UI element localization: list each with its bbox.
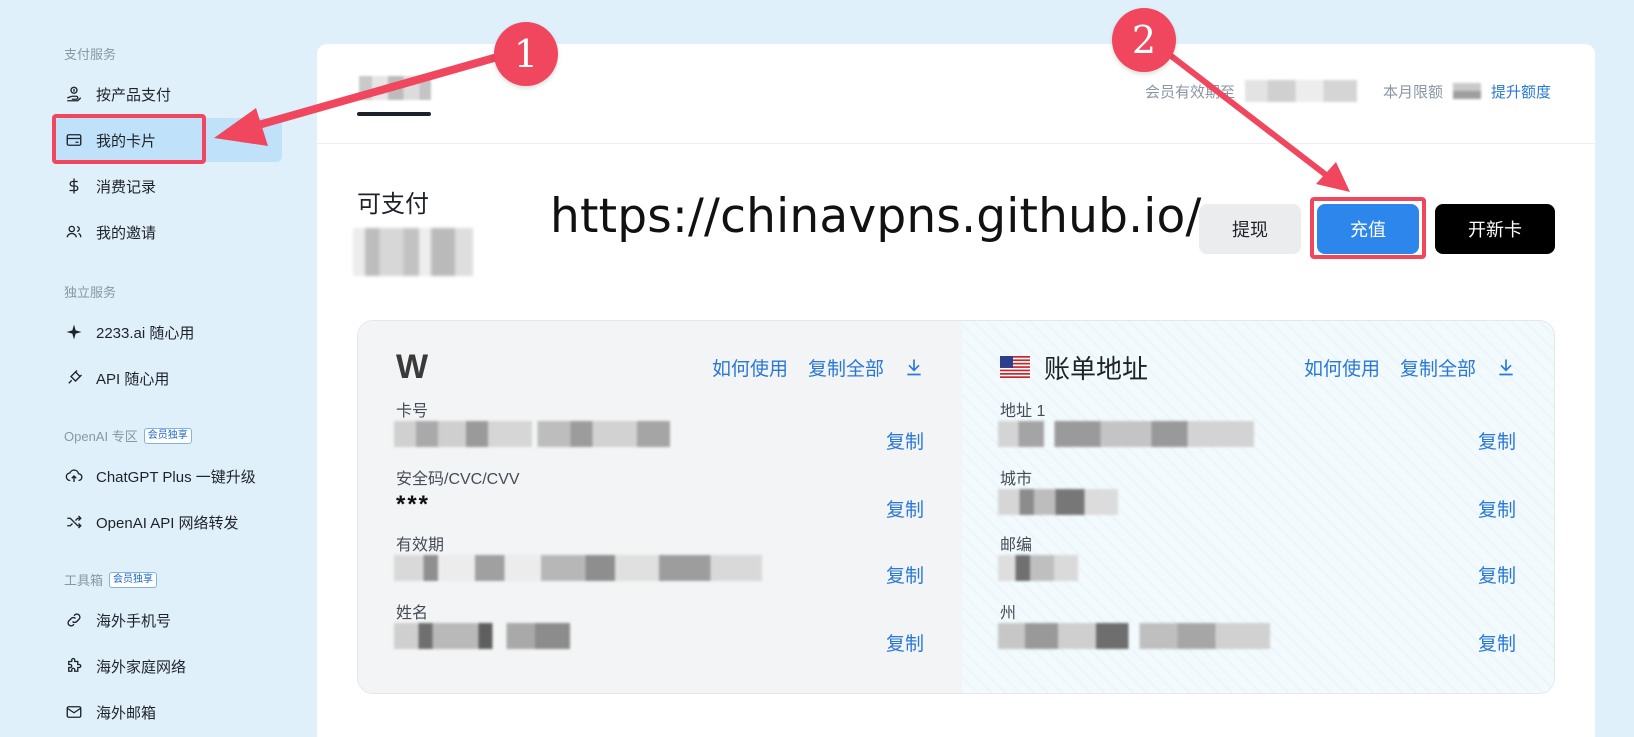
sidebar-item-2233ai[interactable]: 2233.ai 随心用 <box>54 310 282 354</box>
main-panel: 会员有效期至 本月限额 提升额度 可支付 https://chinavpns.g… <box>317 44 1595 737</box>
zip-label: 邮编 <box>1000 537 1033 554</box>
monthly-limit-redacted <box>1452 83 1481 99</box>
cvv-value: *** <box>396 491 431 518</box>
sidebar-item-pay-by-product[interactable]: 按产品支付 <box>54 72 282 116</box>
monthly-limit-label: 本月限额 <box>1382 83 1443 101</box>
sidebar-item-overseas-home-network[interactable]: 海外家庭网络 <box>54 644 282 688</box>
tab-redacted[interactable] <box>359 76 431 100</box>
watermark-url: https://chinavpns.github.io/ <box>550 189 1202 244</box>
cvv-label: 安全码/CVC/CVV <box>396 471 520 488</box>
address-line1-label: 地址 1 <box>1000 403 1046 420</box>
sidebar-item-label: 海外家庭网络 <box>96 658 187 676</box>
link-icon <box>64 610 84 630</box>
city-label: 城市 <box>1000 471 1033 488</box>
sidebar-item-label: ChatGPT Plus 一键升级 <box>96 468 256 486</box>
withdraw-button[interactable]: 提现 <box>1199 204 1301 254</box>
sidebar-item-openai-api[interactable]: OpenAI API 网络转发 <box>54 500 282 544</box>
billing-address-title: 账单地址 <box>1044 353 1149 384</box>
membership-expiry-label: 会员有效期至 <box>1144 83 1235 101</box>
sidebar-item-invitations[interactable]: 我的邀请 <box>54 210 282 254</box>
sidebar-item-label: API 随心用 <box>96 370 170 388</box>
city-redacted <box>998 489 1118 515</box>
available-balance-redacted <box>353 228 473 276</box>
sidebar-item-overseas-phone[interactable]: 海外手机号 <box>54 598 282 642</box>
available-balance-title: 可支付 <box>357 191 429 218</box>
sidebar-item-label: OpenAI API 网络转发 <box>96 514 239 532</box>
billing-copy-all-link[interactable]: 复制全部 <box>1400 354 1476 381</box>
sidebar-item-chatgpt-plus[interactable]: ChatGPT Plus 一键升级 <box>54 454 282 498</box>
zip-redacted <box>998 555 1078 581</box>
card-info: W 如何使用 复制全部 卡号 复制 安全码/CVC/CVV *** 复制 有效期… <box>358 321 962 693</box>
billing-header: 账单地址 如何使用 复制全部 <box>1000 351 1516 384</box>
card-brand-logo: W <box>396 347 428 386</box>
shuffle-icon <box>64 512 84 532</box>
state-redacted <box>998 623 1270 649</box>
sidebar-item-label: 按产品支付 <box>96 86 172 104</box>
step-1-marker: 1 <box>494 22 558 86</box>
member-only-badge: 会员独享 <box>109 571 158 588</box>
state-label: 州 <box>1000 605 1017 622</box>
card-how-to-use-link[interactable]: 如何使用 <box>712 354 788 381</box>
card-copy-all-link[interactable]: 复制全部 <box>808 354 884 381</box>
sidebar-item-api[interactable]: API 随心用 <box>54 356 282 400</box>
copy-name-button[interactable]: 复制 <box>886 629 924 656</box>
highlight-my-cards <box>52 114 206 164</box>
upgrade-icon <box>64 466 84 486</box>
card-number-redacted <box>394 421 670 447</box>
download-icon[interactable] <box>1496 357 1516 377</box>
download-icon[interactable] <box>904 357 924 377</box>
copy-zip-button[interactable]: 复制 <box>1478 561 1516 588</box>
mail-icon <box>64 702 84 722</box>
cardholder-name-redacted <box>394 623 570 649</box>
sidebar-item-spending-history[interactable]: 消费记录 <box>54 164 282 208</box>
address-line1-redacted <box>998 421 1254 447</box>
tab-active-indicator <box>357 112 431 116</box>
sparkle-icon <box>64 322 84 342</box>
upgrade-limit-link[interactable]: 提升额度 <box>1491 81 1551 102</box>
cardholder-name-label: 姓名 <box>396 605 429 622</box>
sidebar-item-label: 我的邀请 <box>96 224 157 242</box>
users-icon <box>64 222 84 242</box>
membership-info: 会员有效期至 本月限额 提升额度 <box>1145 80 1551 102</box>
expiry-redacted <box>394 555 762 581</box>
plug-icon <box>64 368 84 388</box>
section-title-openai: OpenAI 专区 会员独享 <box>64 426 192 445</box>
copy-cvv-button[interactable]: 复制 <box>886 495 924 522</box>
copy-expiry-button[interactable]: 复制 <box>886 561 924 588</box>
pay-by-product-icon <box>64 84 84 104</box>
billing-how-to-use-link[interactable]: 如何使用 <box>1304 354 1380 381</box>
copy-city-button[interactable]: 复制 <box>1478 495 1516 522</box>
sidebar-item-label: 海外手机号 <box>96 612 172 630</box>
billing-address-info: 账单地址 如何使用 复制全部 地址 1 复制 城市 复制 邮编 复制 州 复制 <box>962 321 1554 693</box>
expiry-label: 有效期 <box>396 537 445 554</box>
card-details-panel: W 如何使用 复制全部 卡号 复制 安全码/CVC/CVV *** 复制 有效期… <box>357 320 1555 694</box>
member-only-badge: 会员独享 <box>143 427 192 444</box>
sidebar-item-label: 消费记录 <box>96 178 157 196</box>
sidebar-item-label: 海外邮箱 <box>96 704 157 722</box>
card-header: W 如何使用 复制全部 <box>396 348 924 386</box>
new-card-button[interactable]: 开新卡 <box>1435 204 1555 254</box>
sidebar: 支付服务 按产品支付 我的卡片 消费记录 我的邀请 独立服务 2233.ai 随… <box>0 0 316 737</box>
sidebar-item-label: 2233.ai 随心用 <box>96 324 195 342</box>
section-title-payment: 支付服务 <box>64 47 117 62</box>
section-title-independent: 独立服务 <box>64 285 117 300</box>
copy-address-button[interactable]: 复制 <box>1478 427 1516 454</box>
us-flag-icon <box>1000 356 1030 378</box>
membership-expiry-redacted <box>1244 80 1357 102</box>
puzzle-icon <box>64 656 84 676</box>
highlight-recharge <box>1310 197 1426 259</box>
step-2-marker: 2 <box>1112 8 1176 72</box>
dollar-icon <box>64 176 84 196</box>
sidebar-item-overseas-email[interactable]: 海外邮箱 <box>54 690 282 734</box>
copy-card-number-button[interactable]: 复制 <box>886 427 924 454</box>
card-number-label: 卡号 <box>396 403 429 420</box>
section-title-toolbox: 工具箱 会员独享 <box>64 570 158 589</box>
copy-state-button[interactable]: 复制 <box>1478 629 1516 656</box>
